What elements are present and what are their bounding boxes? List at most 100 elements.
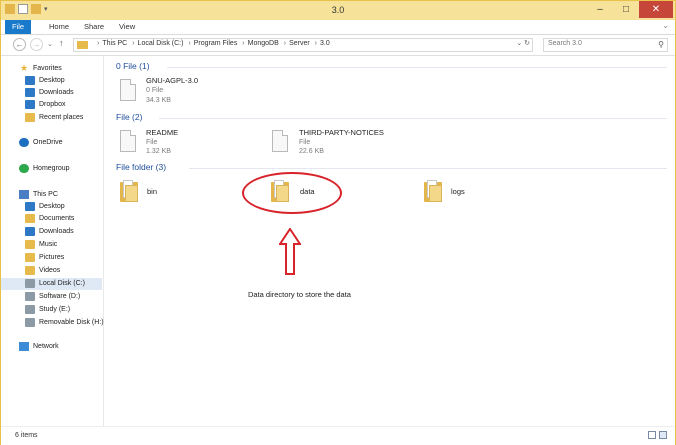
- nav-fav-downloads[interactable]: Downloads: [25, 87, 74, 99]
- file-type: File: [299, 139, 311, 146]
- crumb-this-pc[interactable]: This PC: [102, 40, 127, 47]
- file-size: 1.32 KB: [146, 148, 171, 155]
- dropbox-icon: [25, 99, 35, 109]
- folder-name[interactable]: bin: [147, 187, 157, 196]
- recent-places-icon: [25, 112, 35, 122]
- search-input[interactable]: Search 3.0: [548, 40, 582, 47]
- nav-this-pc[interactable]: This PC: [19, 189, 58, 201]
- file-list: 0 File (1) GNU-AGPL-3.0 0 File 34.3 KB F…: [104, 56, 675, 426]
- tab-share[interactable]: Share: [76, 20, 112, 34]
- group-header[interactable]: File (2): [116, 112, 142, 122]
- file-name[interactable]: GNU-AGPL-3.0: [146, 76, 198, 85]
- desktop-icon: [25, 75, 35, 85]
- refresh-icon[interactable]: ⌄ ↻: [516, 39, 530, 47]
- window-controls: – □ ✕: [587, 1, 673, 18]
- file-name[interactable]: README: [146, 128, 178, 137]
- nav-pc-music[interactable]: Music: [25, 239, 57, 251]
- breadcrumb: › This PC › Local Disk (C:) › Program Files…: [97, 40, 330, 47]
- maximize-button[interactable]: □: [613, 1, 639, 18]
- address-bar[interactable]: › This PC › Local Disk (C:) › Program Files…: [73, 38, 533, 52]
- nav-pc-pictures[interactable]: Pictures: [25, 252, 64, 264]
- tab-home[interactable]: Home: [41, 20, 77, 34]
- file-icon[interactable]: [120, 130, 136, 152]
- nav-network[interactable]: Network: [19, 341, 59, 353]
- group-divider: [167, 67, 667, 68]
- navigation-pane: ★ Favorites Desktop Downloads Dropbox Rec…: [1, 56, 104, 426]
- minimize-button[interactable]: –: [587, 1, 613, 18]
- nav-onedrive[interactable]: OneDrive: [19, 137, 63, 149]
- star-icon: ★: [19, 62, 29, 73]
- file-icon[interactable]: [120, 79, 136, 101]
- folder-icon[interactable]: [120, 180, 138, 202]
- downloads-icon: [25, 87, 35, 97]
- group-header[interactable]: 0 File (1): [116, 61, 150, 71]
- nav-fav-dropbox[interactable]: Dropbox: [25, 99, 65, 111]
- nav-fav-desktop[interactable]: Desktop: [25, 75, 65, 87]
- file-size: 22.6 KB: [299, 148, 324, 155]
- drive-icon: [25, 291, 35, 301]
- crumb-server[interactable]: Server: [289, 40, 310, 47]
- computer-icon: [19, 189, 29, 199]
- drive-icon: [25, 304, 35, 314]
- folder-name[interactable]: logs: [451, 187, 465, 196]
- removable-drive-icon: [25, 317, 35, 327]
- file-type: 0 File: [146, 87, 164, 94]
- group-divider: [189, 168, 667, 169]
- nav-pc-documents[interactable]: Documents: [25, 213, 74, 225]
- ribbon-tabs: File Home Share View ⌄: [1, 20, 675, 35]
- nav-homegroup[interactable]: Homegroup: [19, 163, 70, 175]
- tab-file[interactable]: File: [5, 20, 32, 34]
- folder-icon[interactable]: [424, 180, 442, 202]
- folder-icon: [77, 41, 88, 49]
- forward-button[interactable]: →: [30, 38, 43, 51]
- explorer-window: ▾ 3.0 – □ ✕ File Home Share View ⌄ ← → ⌄…: [0, 0, 676, 445]
- file-size: 34.3 KB: [146, 97, 171, 104]
- file-name[interactable]: THIRD-PARTY-NOTICES: [299, 128, 384, 137]
- crumb-3-0[interactable]: 3.0: [320, 40, 330, 47]
- nav-pc-videos[interactable]: Videos: [25, 265, 60, 277]
- desktop-icon: [25, 201, 35, 211]
- item-count: 6 items: [15, 432, 38, 439]
- nav-pc-removable[interactable]: Removable Disk (H:): [25, 317, 104, 329]
- tab-view[interactable]: View: [111, 20, 143, 34]
- downloads-icon: [25, 226, 35, 236]
- up-icon[interactable]: ↑: [59, 38, 64, 48]
- network-icon: [19, 341, 29, 351]
- nav-favorites[interactable]: ★ Favorites: [19, 63, 62, 75]
- group-header[interactable]: File folder (3): [116, 162, 166, 172]
- view-switcher: [648, 431, 667, 439]
- search-box[interactable]: Search 3.0 ⚲: [543, 38, 668, 52]
- annotation-text: Data directory to store the data: [248, 290, 351, 299]
- window-title: 3.0: [331, 5, 345, 15]
- annotation-circle: [242, 172, 342, 214]
- annotation-arrow-icon: [279, 228, 301, 275]
- group-divider: [159, 118, 667, 119]
- file-icon[interactable]: [272, 130, 288, 152]
- recent-locations-icon[interactable]: ⌄: [47, 40, 53, 48]
- pictures-icon: [25, 252, 35, 262]
- videos-icon: [25, 265, 35, 275]
- crumb-local-disk[interactable]: Local Disk (C:): [138, 40, 184, 47]
- search-icon[interactable]: ⚲: [658, 40, 664, 49]
- crumb-mongodb[interactable]: MongoDB: [248, 40, 279, 47]
- onedrive-icon: [19, 137, 29, 147]
- navigation-bar: ← → ⌄ ↑ › This PC › Local Disk (C:) › Progr…: [1, 35, 675, 56]
- details-view-icon[interactable]: [648, 431, 656, 439]
- homegroup-icon: [19, 163, 29, 173]
- tiles-view-icon[interactable]: [659, 431, 667, 439]
- nav-pc-study[interactable]: Study (E:): [25, 304, 70, 316]
- music-icon: [25, 239, 35, 249]
- nav-pc-downloads[interactable]: Downloads: [25, 226, 74, 238]
- drive-icon: [25, 278, 35, 288]
- status-bar: 6 items: [1, 426, 675, 445]
- title-bar: ▾ 3.0 – □ ✕: [1, 1, 675, 20]
- expand-ribbon-icon[interactable]: ⌄: [662, 21, 669, 30]
- nav-pc-desktop[interactable]: Desktop: [25, 201, 65, 213]
- back-button[interactable]: ←: [13, 38, 26, 51]
- close-button[interactable]: ✕: [639, 1, 673, 18]
- crumb-program-files[interactable]: Program Files: [194, 40, 238, 47]
- nav-fav-recent[interactable]: Recent places: [25, 112, 83, 124]
- nav-pc-software[interactable]: Software (D:): [25, 291, 80, 303]
- file-type: File: [146, 139, 158, 146]
- nav-pc-local-disk[interactable]: Local Disk (C:): [1, 278, 102, 290]
